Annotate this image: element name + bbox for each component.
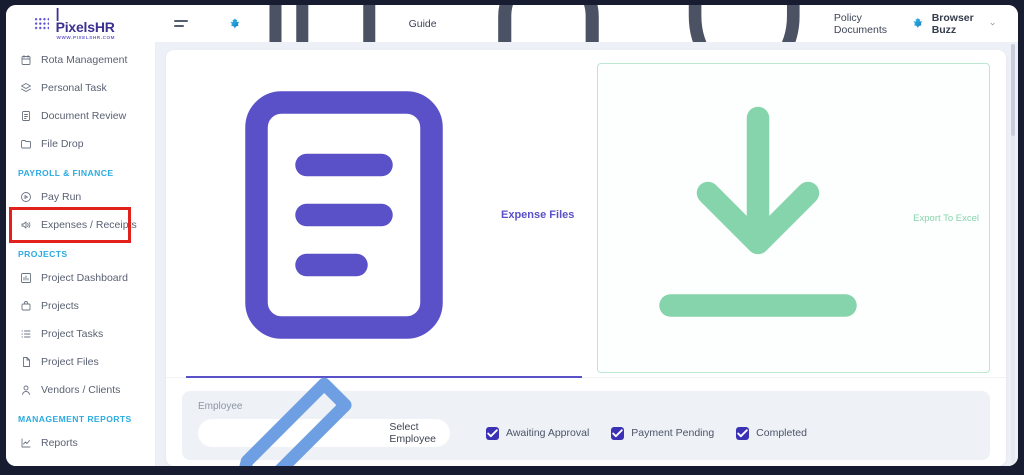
sidebar-item-vendors-clients[interactable]: Vendors / Clients xyxy=(6,376,155,404)
checkbox-awaiting-approval[interactable]: Awaiting Approval xyxy=(486,427,589,440)
checkbox-label: Completed xyxy=(756,427,807,439)
filter-panel: Employee Select Employee Awaiting Approv… xyxy=(182,391,990,460)
sidebar-item-label: Projects xyxy=(41,300,79,312)
checkbox-payment-pending[interactable]: Payment Pending xyxy=(611,427,714,440)
expense-file-icon xyxy=(194,65,494,365)
dashboard-icon xyxy=(20,272,32,284)
sidebar-item-rota-management[interactable]: Rota Management xyxy=(6,46,155,74)
topbar: | PixelsHR WWW.PIXELSHR.COM Guide 9 Poli… xyxy=(6,5,1018,42)
sidebar-item-project-dashboard[interactable]: Project Dashboard xyxy=(6,264,155,292)
sidebar-item-label: Rota Management xyxy=(41,54,127,66)
app-window: | PixelsHR WWW.PIXELSHR.COM Guide 9 Poli… xyxy=(6,5,1018,466)
sidebar-item-label: Expenses / Receipts xyxy=(41,219,137,231)
sidebar-item-label: Project Tasks xyxy=(41,328,103,340)
sidebar-item-label: Pay Run xyxy=(41,191,81,203)
layers-icon xyxy=(20,82,32,94)
sidebar-item-label: Project Dashboard xyxy=(41,272,128,284)
sidebar-item-project-files[interactable]: Project Files xyxy=(6,348,155,376)
sidebar-item-expenses-receipts[interactable]: Expenses / Receipts xyxy=(6,211,155,239)
export-to-excel-button[interactable]: Export To Excel xyxy=(597,63,990,373)
select-employee-input[interactable]: Select Employee xyxy=(198,419,450,447)
select-employee-placeholder: Select Employee xyxy=(389,421,436,445)
sidebar-item-label: Personal Task xyxy=(41,82,107,94)
status-checkbox-group: Awaiting Approval Payment Pending Complete… xyxy=(486,427,807,440)
calendar-icon xyxy=(20,54,32,66)
sidebar-section-projects: PROJECTS xyxy=(6,239,155,264)
sidebar-item-pay-run[interactable]: Pay Run xyxy=(6,183,155,211)
sidebar-item-project-tasks[interactable]: Project Tasks xyxy=(6,320,155,348)
sidebar-item-file-drop[interactable]: File Drop xyxy=(6,130,155,158)
sidebar-section-policies-agreements: POLICIES & AGREEMENTS xyxy=(6,457,155,466)
brand-logo[interactable]: | PixelsHR WWW.PIXELSHR.COM xyxy=(34,6,116,41)
pay-run-icon xyxy=(20,191,32,203)
file-icon xyxy=(20,356,32,368)
checkbox-label: Payment Pending xyxy=(631,427,714,439)
sidebar-item-document-review[interactable]: Document Review xyxy=(6,102,155,130)
sidebar: Rota Management Personal Task Document Rev… xyxy=(6,42,156,466)
export-label: Export To Excel xyxy=(913,213,979,224)
tab-label: Expense Files xyxy=(501,209,574,221)
sidebar-section-management-reports: MANAGEMENT REPORTS xyxy=(6,404,155,429)
sidebar-item-reports[interactable]: Reports xyxy=(6,429,155,457)
checkbox-completed[interactable]: Completed xyxy=(736,427,807,440)
scrollbar-thumb[interactable] xyxy=(1011,44,1015,136)
user-menu[interactable]: Browser Buzz xyxy=(911,12,996,36)
brand-subtitle: WWW.PIXELSHR.COM xyxy=(56,36,117,41)
download-icon xyxy=(608,68,908,368)
company-eagle-logo xyxy=(228,13,242,35)
checkbox-checked-icon xyxy=(736,427,749,440)
folder-icon xyxy=(20,138,32,150)
expenses-icon xyxy=(20,219,32,231)
user-name: Browser Buzz xyxy=(932,12,982,36)
scrollbar[interactable] xyxy=(1011,44,1015,464)
main-area: Expense Files Export To Excel Employee S… xyxy=(156,42,1018,466)
checkbox-label: Awaiting Approval xyxy=(506,427,589,439)
tasks-icon xyxy=(20,328,32,340)
checkbox-checked-icon xyxy=(486,427,499,440)
document-review-icon xyxy=(20,110,32,122)
sidebar-item-label: Reports xyxy=(41,437,78,449)
tab-expense-files[interactable]: Expense Files xyxy=(186,60,582,378)
logo-dots-icon xyxy=(34,17,49,30)
pencil-icon xyxy=(212,349,380,466)
sidebar-item-label: Document Review xyxy=(41,110,126,122)
expense-files-card: Expense Files Export To Excel Employee S… xyxy=(166,50,1006,466)
sidebar-item-label: File Drop xyxy=(41,138,84,150)
sidebar-item-label: Vendors / Clients xyxy=(41,384,120,396)
sidebar-item-personal-task[interactable]: Personal Task xyxy=(6,74,155,102)
sidebar-item-projects[interactable]: Projects xyxy=(6,292,155,320)
sidebar-section-payroll-finance: PAYROLL & FINANCE xyxy=(6,158,155,183)
guide-label: Guide xyxy=(409,18,437,30)
sidebar-item-label: Project Files xyxy=(41,356,99,368)
checkbox-checked-icon xyxy=(611,427,624,440)
hamburger-menu-icon[interactable] xyxy=(174,20,188,27)
brand-name: | PixelsHR xyxy=(56,6,117,34)
briefcase-icon xyxy=(20,300,32,312)
policy-documents-label: Policy Documents xyxy=(834,12,887,36)
person-icon xyxy=(20,384,32,396)
report-icon xyxy=(20,437,32,449)
chevron-down-icon xyxy=(989,19,996,29)
avatar xyxy=(911,14,925,33)
